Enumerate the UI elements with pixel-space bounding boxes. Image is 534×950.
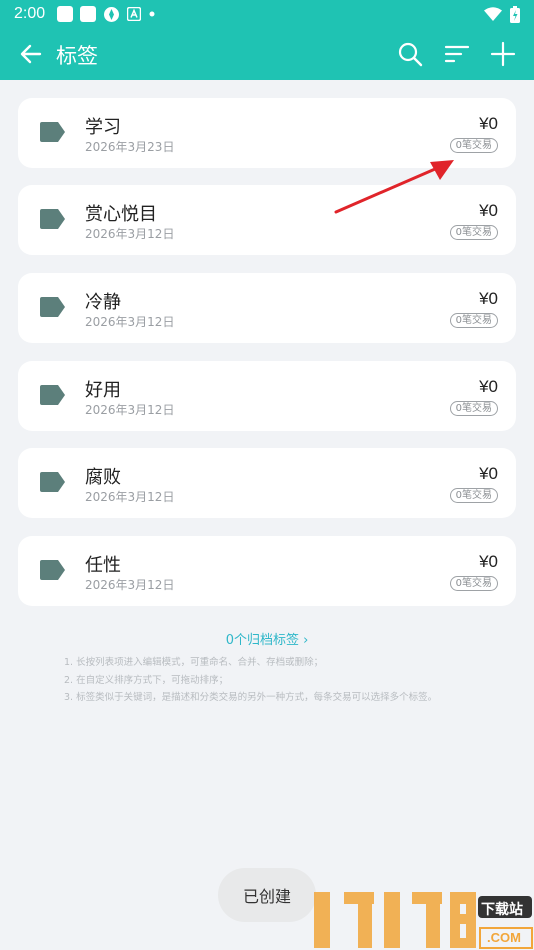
- notification-a-icon: [127, 7, 142, 21]
- tag-item[interactable]: 腐败 2026年3月12日 ¥0 0笔交易: [18, 448, 516, 518]
- tag-amount: ¥0: [479, 201, 498, 220]
- tag-icon: [40, 472, 65, 492]
- red-arrow-annotation: [334, 160, 454, 214]
- notification-sync-icon: [104, 6, 120, 22]
- tag-icon: [40, 560, 65, 580]
- app-bar: 标签: [0, 28, 534, 80]
- tag-item[interactable]: 任性 2026年3月12日 ¥0 0笔交易: [18, 536, 516, 606]
- transaction-count-badge: 0笔交易: [449, 225, 498, 240]
- tag-name: 学习: [85, 117, 121, 138]
- transaction-count-badge: 0笔交易: [449, 576, 498, 591]
- tag-name: 好用: [85, 380, 121, 401]
- notification-app-icon: [80, 6, 97, 22]
- tag-name: 任性: [85, 555, 121, 576]
- tag-amount: ¥0: [479, 552, 498, 571]
- watermark-site: 下载站: [481, 902, 523, 918]
- tag-date: 2026年3月12日: [85, 403, 175, 417]
- tag-icon: [40, 297, 65, 317]
- tag-date: 2026年3月23日: [85, 140, 175, 154]
- sort-icon[interactable]: [443, 40, 471, 68]
- tag-name: 冷静: [85, 292, 121, 313]
- tag-date: 2026年3月12日: [85, 227, 175, 241]
- toast-message: 已创建: [218, 868, 316, 922]
- add-icon[interactable]: [489, 40, 517, 68]
- tag-name: 腐败: [85, 467, 121, 488]
- hint-text: 1. 长按列表项进入编辑模式，可重命名、合并、存档或删除；: [64, 657, 324, 668]
- archived-tags-link[interactable]: 0个归档标签 ›: [0, 629, 534, 648]
- notification-app-icon: [57, 6, 74, 22]
- screen: 2:00 标签 学习 2026年3月23日 ¥0 0笔交易 赏心悦目 2026年…: [0, 0, 534, 950]
- search-icon[interactable]: [396, 40, 424, 68]
- tag-name: 赏心悦目: [85, 204, 157, 225]
- tag-amount: ¥0: [479, 377, 498, 396]
- transaction-count-badge: 0笔交易: [449, 488, 498, 503]
- tag-icon: [40, 385, 65, 405]
- dot-icon: [149, 11, 155, 17]
- tag-icon: [40, 209, 65, 229]
- watermark-digits: 17178: [316, 890, 465, 948]
- tag-date: 2026年3月12日: [85, 578, 175, 592]
- status-bar: 2:00: [0, 0, 534, 28]
- tag-item[interactable]: 冷静 2026年3月12日 ¥0 0笔交易: [18, 273, 516, 343]
- battery-icon: [510, 5, 520, 23]
- wifi-icon: [484, 7, 502, 21]
- back-arrow-icon[interactable]: [18, 41, 44, 67]
- tag-date: 2026年3月12日: [85, 490, 175, 504]
- notification-icons: [57, 6, 156, 23]
- hint-text: 2. 在自定义排序方式下，可拖动排序；: [64, 675, 229, 686]
- system-icons: [484, 5, 520, 23]
- hint-text: 3. 标签类似于关键词，是描述和分类交易的另外一种方式，每条交易可以选择多个标签…: [64, 692, 438, 703]
- status-time: 2:00: [14, 5, 46, 22]
- transaction-count-badge: 0笔交易: [449, 401, 498, 416]
- tag-icon: [40, 122, 65, 142]
- tag-amount: ¥0: [479, 464, 498, 483]
- page-title: 标签: [56, 44, 98, 68]
- tag-amount: ¥0: [479, 289, 498, 308]
- tag-date: 2026年3月12日: [85, 315, 175, 329]
- transaction-count-badge: 0笔交易: [449, 313, 498, 328]
- tag-item[interactable]: 好用 2026年3月12日 ¥0 0笔交易: [18, 361, 516, 431]
- tag-amount: ¥0: [479, 114, 498, 133]
- watermark-domain: .COM: [487, 930, 521, 945]
